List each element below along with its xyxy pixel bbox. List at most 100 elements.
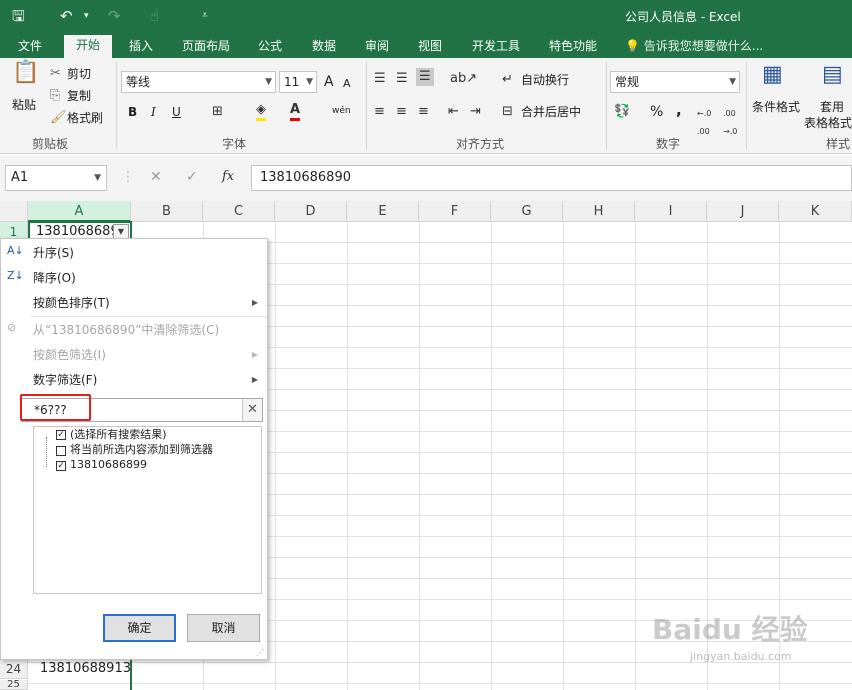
more-icon: ⋮ bbox=[121, 169, 135, 185]
font-color-icon[interactable]: A bbox=[290, 101, 301, 121]
selection-border bbox=[130, 659, 132, 690]
undo-dropdown-icon[interactable]: ▾ bbox=[84, 6, 89, 26]
filter-value-list[interactable]: ✓ (选择所有搜索结果) 将当前所选内容添加到筛选器 ✓ 13810686899 bbox=[33, 426, 262, 594]
window-title: 公司人员信息 - Excel bbox=[625, 10, 741, 24]
font-name-select[interactable]: 等线 ▼ bbox=[121, 71, 276, 93]
row-header-24[interactable]: 24 bbox=[0, 659, 28, 679]
decrease-indent-icon[interactable]: ⇤ bbox=[448, 103, 459, 121]
submenu-arrow-icon: ▶ bbox=[251, 298, 258, 307]
bold-button[interactable]: B bbox=[128, 103, 137, 121]
percent-button[interactable]: % bbox=[650, 103, 663, 121]
clipboard-group-label: 剪贴板 bbox=[31, 137, 68, 151]
copy-icon: ⎘ bbox=[50, 88, 61, 103]
merge-center-button[interactable]: 合并后居中 bbox=[521, 103, 581, 121]
currency-icon[interactable]: 💱 bbox=[614, 103, 630, 121]
column-header-k[interactable]: K bbox=[779, 201, 852, 222]
ok-button[interactable]: 确定 bbox=[103, 614, 176, 642]
submenu-arrow-icon: ▶ bbox=[251, 375, 258, 384]
paste-icon[interactable]: 📋 bbox=[12, 62, 39, 84]
column-header-c[interactable]: C bbox=[203, 201, 275, 222]
add-to-filter-checkbox[interactable] bbox=[56, 446, 66, 456]
column-header-e[interactable]: E bbox=[347, 201, 419, 222]
row-header-25[interactable]: 25 bbox=[0, 680, 28, 690]
column-header-f[interactable]: F bbox=[419, 201, 491, 222]
align-top-icon[interactable]: ☰ bbox=[374, 70, 386, 88]
touch-mode-icon[interactable]: ☝ bbox=[150, 6, 159, 26]
increase-indent-icon[interactable]: ⇥ bbox=[470, 103, 481, 121]
number-group-label: 数字 bbox=[655, 137, 680, 151]
name-box[interactable]: A1 ▼ bbox=[5, 165, 107, 191]
wrap-text-button[interactable]: 自动换行 bbox=[521, 71, 569, 89]
tab-developer[interactable]: 开发工具 bbox=[469, 36, 523, 58]
watermark-logo: Baidu 经验 bbox=[652, 613, 808, 646]
font-group-label: 字体 bbox=[221, 137, 246, 151]
tab-insert[interactable]: 插入 bbox=[127, 36, 155, 58]
styles-group-label: 样式 bbox=[826, 137, 851, 151]
number-filters-item[interactable]: 数字筛选(F) bbox=[33, 372, 97, 388]
comma-button[interactable]: , bbox=[676, 101, 682, 119]
grow-font-button[interactable]: A bbox=[324, 73, 334, 91]
select-all-results-checkbox[interactable]: ✓ bbox=[56, 430, 66, 440]
value-checkbox[interactable]: ✓ bbox=[56, 461, 66, 471]
format-painter-button[interactable]: 格式刷 bbox=[67, 109, 103, 127]
align-center-icon[interactable]: ≡ bbox=[396, 103, 407, 121]
tab-view[interactable]: 视图 bbox=[416, 36, 444, 58]
font-size-select[interactable]: 11 ▼ bbox=[279, 71, 317, 93]
tell-me-box[interactable]: 💡 告诉我您想要做什么... bbox=[625, 37, 763, 54]
tab-file[interactable]: 文件 bbox=[16, 36, 44, 58]
align-bottom-icon[interactable]: ☰ bbox=[416, 68, 434, 86]
conditional-format-button[interactable]: 条件格式 bbox=[752, 98, 800, 116]
tab-formulas[interactable]: 公式 bbox=[256, 36, 284, 58]
customize-icon[interactable]: ⩡ bbox=[202, 6, 208, 26]
align-middle-icon[interactable]: ☰ bbox=[396, 70, 408, 88]
column-header-j[interactable]: J bbox=[707, 201, 779, 222]
tab-special[interactable]: 特色功能 bbox=[546, 36, 600, 58]
column-header-b[interactable]: B bbox=[131, 201, 203, 222]
align-right-icon[interactable]: ≡ bbox=[418, 103, 429, 121]
cancel-button[interactable]: 取消 bbox=[187, 614, 260, 642]
tab-home[interactable]: 开始 bbox=[64, 35, 112, 58]
phonetic-button[interactable]: wén bbox=[332, 102, 351, 120]
column-header-h[interactable]: H bbox=[563, 201, 635, 222]
sort-descending-item[interactable]: 降序(O) bbox=[33, 270, 76, 286]
number-format-select[interactable]: 常规 ▼ bbox=[610, 71, 740, 93]
formula-input[interactable]: 13810686890 bbox=[251, 165, 852, 191]
row-line bbox=[28, 683, 852, 684]
clear-search-icon[interactable]: ✕ bbox=[242, 399, 262, 421]
enter-icon[interactable]: ✓ bbox=[186, 169, 198, 185]
scissors-icon: ✂ bbox=[50, 66, 61, 81]
format-as-table-button-line2[interactable]: 表格格式 bbox=[804, 114, 852, 132]
fill-color-icon[interactable]: ◈ bbox=[256, 101, 266, 121]
select-all-corner[interactable] bbox=[0, 201, 28, 222]
column-header-a[interactable]: A bbox=[28, 201, 131, 222]
column-header-d[interactable]: D bbox=[275, 201, 347, 222]
decrease-decimal-icon[interactable]: .00 →.0 bbox=[723, 105, 737, 141]
tab-data[interactable]: 数据 bbox=[310, 36, 338, 58]
tab-page-layout[interactable]: 页面布局 bbox=[180, 36, 232, 58]
sort-ascending-item[interactable]: 升序(S) bbox=[33, 245, 74, 261]
resize-grip-icon[interactable]: ⋰ bbox=[256, 648, 264, 657]
border-icon[interactable]: ⊞ bbox=[212, 103, 223, 121]
orientation-icon[interactable]: ab↗ bbox=[450, 70, 477, 88]
column-header-g[interactable]: G bbox=[491, 201, 563, 222]
underline-button[interactable]: U bbox=[172, 103, 181, 121]
cut-button[interactable]: 剪切 bbox=[67, 65, 91, 83]
paste-button[interactable]: 粘贴 bbox=[12, 96, 36, 114]
insert-function-button[interactable]: fx bbox=[222, 169, 234, 184]
divider bbox=[116, 62, 117, 150]
chevron-down-icon: ▼ bbox=[306, 77, 313, 87]
cell-a24[interactable]: 13810688913 bbox=[40, 659, 131, 679]
undo-icon[interactable]: ↶ bbox=[60, 6, 73, 26]
cancel-icon[interactable]: ✕ bbox=[150, 169, 162, 185]
redo-icon[interactable]: ↷ bbox=[108, 6, 121, 26]
shrink-font-button[interactable]: A bbox=[343, 75, 351, 93]
align-left-icon[interactable]: ≡ bbox=[374, 103, 385, 121]
format-as-table-icon: ▤ bbox=[822, 62, 843, 87]
save-icon[interactable]: 🖫 bbox=[12, 6, 25, 26]
copy-button[interactable]: 复制 bbox=[67, 87, 91, 105]
column-header-i[interactable]: I bbox=[635, 201, 707, 222]
increase-decimal-icon[interactable]: ←.0.00 bbox=[697, 105, 711, 141]
tab-review[interactable]: 审阅 bbox=[363, 36, 391, 58]
sort-by-color-item[interactable]: 按颜色排序(T) bbox=[33, 295, 110, 311]
italic-button[interactable]: I bbox=[151, 103, 156, 121]
